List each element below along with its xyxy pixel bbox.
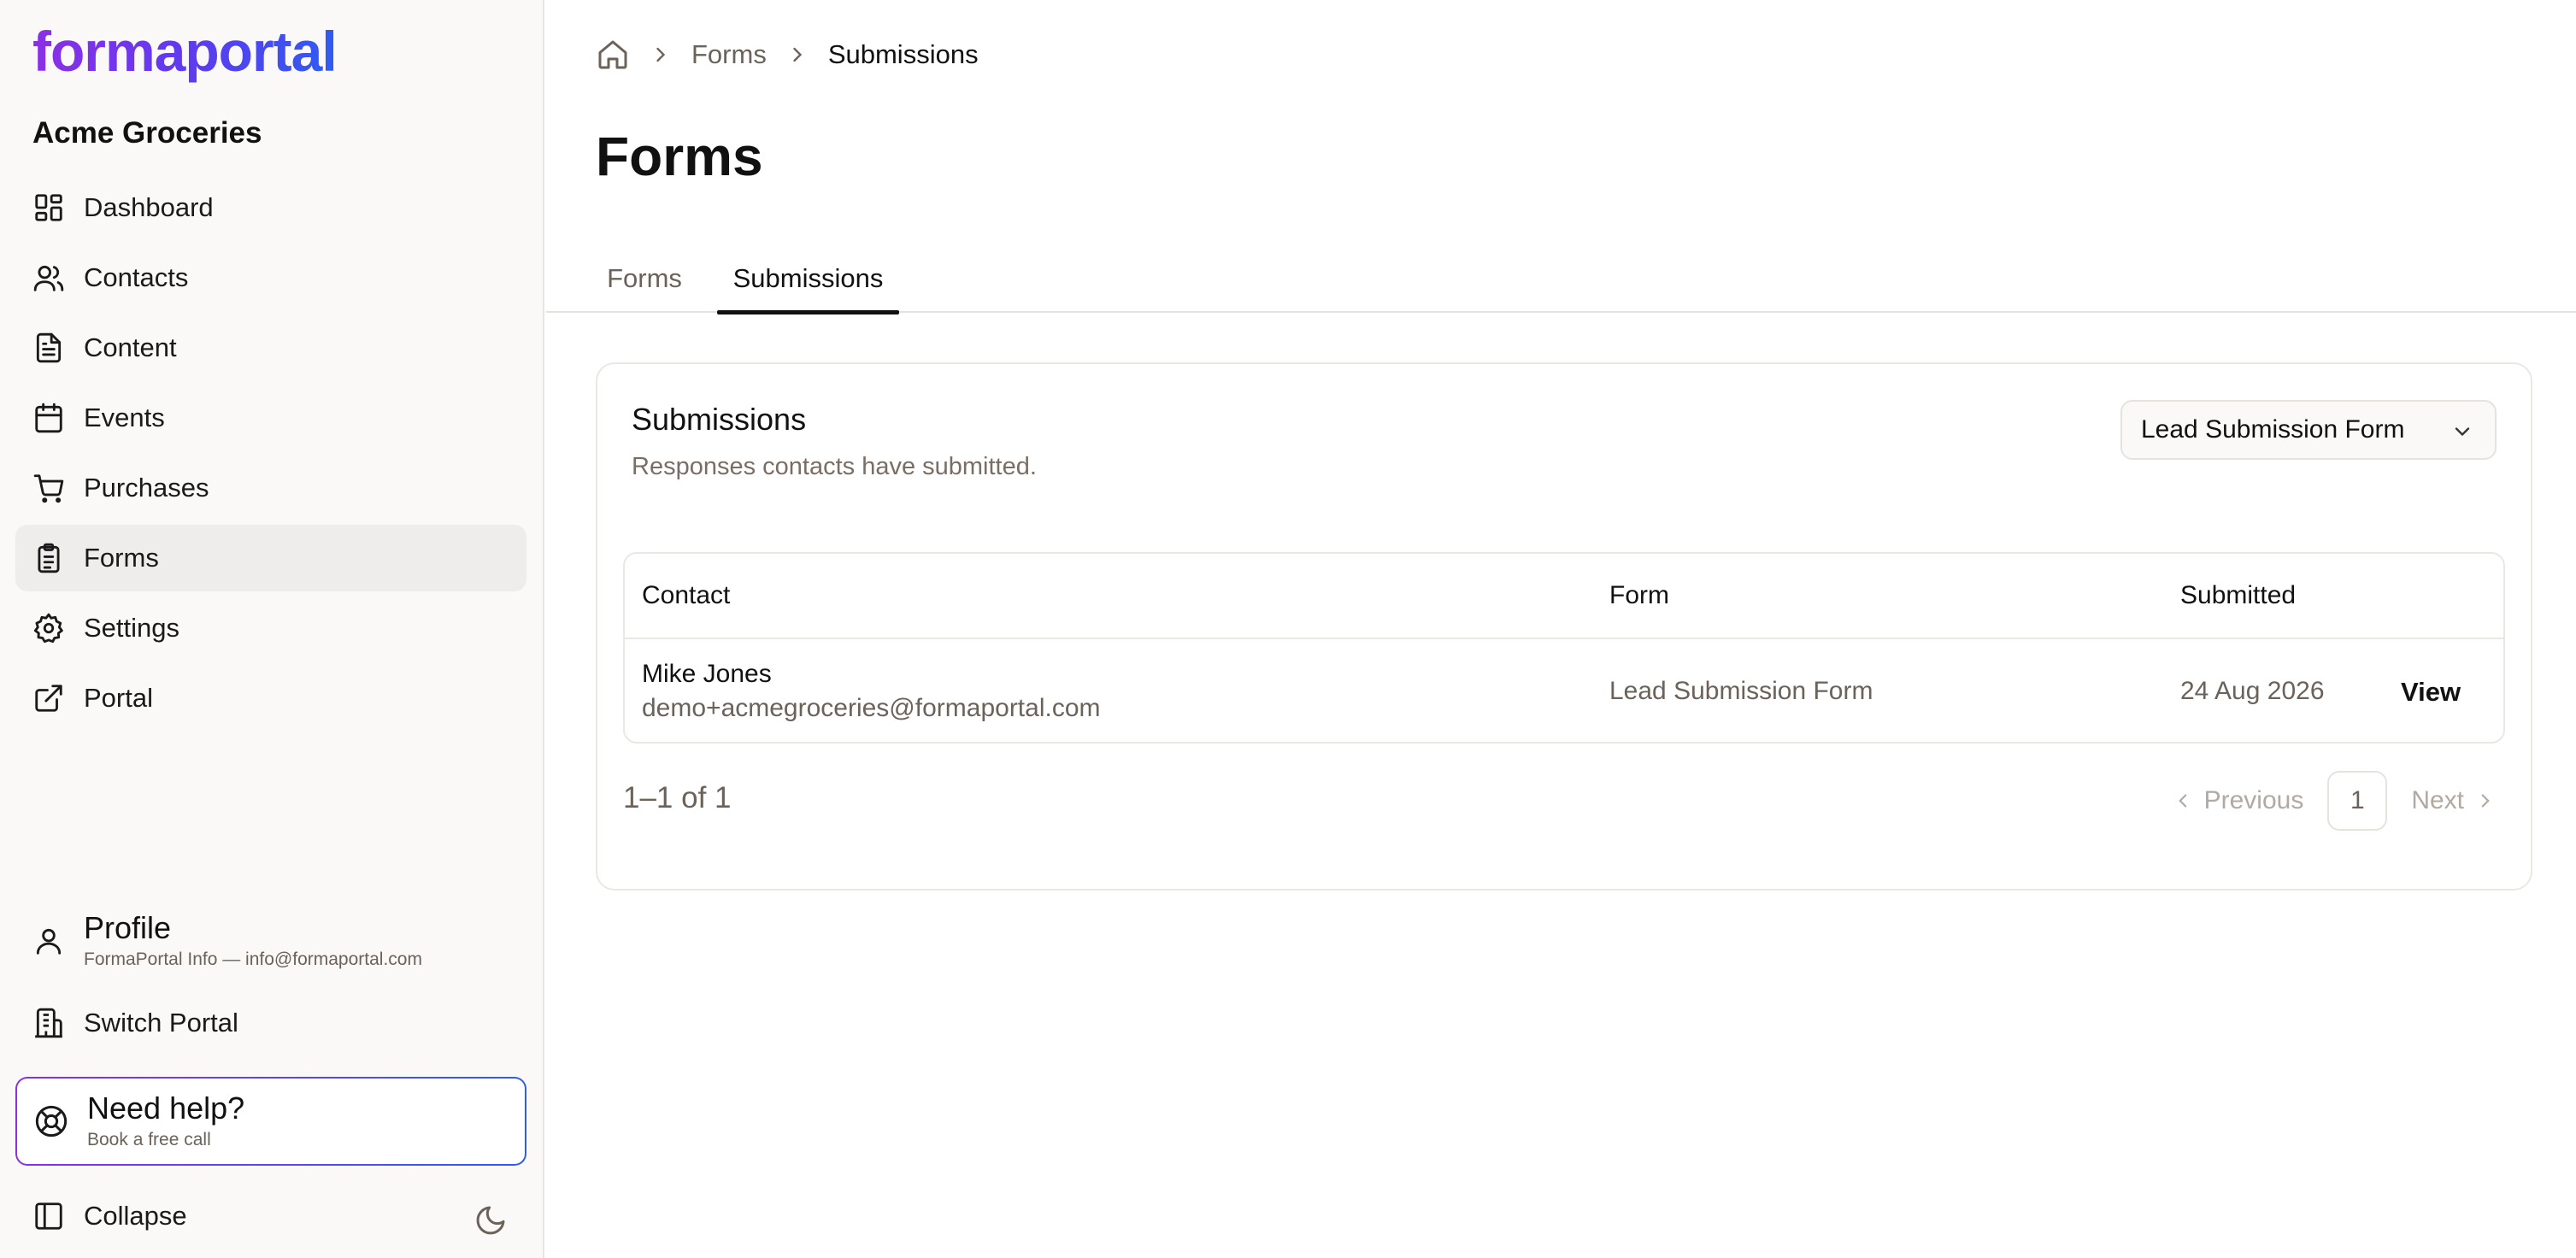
collapse-label: Collapse (84, 1201, 187, 1231)
next-label: Next (2411, 786, 2464, 814)
column-header-contact: Contact (642, 581, 731, 609)
breadcrumb: Forms Submissions (596, 36, 979, 73)
gear-icon (32, 612, 65, 644)
need-help-button[interactable]: Need help? Book a free call (15, 1077, 526, 1166)
column-header-form: Form (1609, 581, 1669, 609)
submissions-card: Submissions Responses contacts have subm… (596, 362, 2532, 891)
calendar-icon (32, 402, 65, 434)
view-button[interactable]: View (2401, 677, 2461, 708)
help-subtitle: Book a free call (87, 1130, 211, 1149)
next-page-button[interactable]: Next (2411, 786, 2497, 815)
sidebar-item-forms[interactable]: Forms (15, 525, 526, 591)
lifebuoy-icon (34, 1104, 68, 1138)
main-content: Forms Submissions Forms Forms Submission… (546, 0, 2576, 1258)
formaportal-logo[interactable]: formaportal (32, 17, 338, 85)
organization-name: Acme Groceries (32, 116, 262, 150)
switch-portal-button[interactable]: Switch Portal (32, 1007, 238, 1039)
external-link-icon (32, 682, 65, 714)
previous-label: Previous (2203, 786, 2304, 814)
chevron-right-icon (649, 43, 673, 67)
moon-icon[interactable] (473, 1203, 508, 1237)
form-name: Lead Submission Form (1609, 677, 1873, 705)
submissions-description: Responses contacts have submitted. (632, 453, 1037, 480)
cart-icon (32, 472, 65, 504)
sidebar-item-purchases[interactable]: Purchases (15, 455, 526, 521)
submissions-title: Submissions (632, 402, 807, 437)
breadcrumb-submissions: Submissions (827, 39, 979, 69)
sidebar-item-dashboard[interactable]: Dashboard (15, 174, 526, 241)
sidebar-item-label: Forms (84, 543, 159, 573)
sidebar-item-label: Contacts (84, 262, 189, 292)
column-header-submitted: Submitted (2180, 581, 2297, 609)
sidebar-item-label: Purchases (84, 473, 209, 503)
profile-menu[interactable]: Profile FormaPortal Info — info@formapor… (32, 911, 422, 971)
sidebar-item-content[interactable]: Content (15, 314, 526, 381)
page-number-button[interactable]: 1 (2327, 771, 2388, 831)
sidebar-item-label: Content (84, 332, 177, 362)
sidebar-item-label: Events (84, 403, 165, 432)
form-select[interactable]: Lead Submission Form (2120, 400, 2497, 460)
collapse-sidebar-button[interactable]: Collapse (32, 1200, 187, 1232)
sidebar-item-contacts[interactable]: Contacts (15, 244, 526, 311)
chevron-down-icon (2450, 420, 2474, 444)
help-title: Need help? (87, 1090, 245, 1126)
sidebar-item-events[interactable]: Events (15, 385, 526, 451)
sidebar: formaportal Acme Groceries Dashboard Con… (0, 0, 544, 1258)
submitted-date: 24 Aug 2026 (2180, 677, 2325, 705)
building-icon (32, 1007, 65, 1039)
profile-subtitle: FormaPortal Info — info@formaportal.com (84, 949, 422, 969)
chevron-right-icon (785, 43, 809, 67)
chevron-right-icon (2481, 794, 2490, 808)
results-range: 1–1 of 1 (623, 781, 732, 814)
sidebar-item-label: Settings (84, 613, 180, 643)
profile-title: Profile (84, 910, 172, 945)
switch-portal-label: Switch Portal (84, 1008, 238, 1038)
pagination: Previous 1 Next (2172, 771, 2497, 831)
sidebar-nav: Dashboard Contacts Content Events Purcha… (15, 174, 526, 735)
chevron-left-icon (2178, 794, 2186, 808)
clipboard-icon (32, 542, 65, 574)
sidebar-item-settings[interactable]: Settings (15, 595, 526, 661)
tab-bar: Forms Submissions (546, 244, 2576, 314)
sidebar-item-label: Dashboard (84, 192, 214, 222)
document-icon (32, 332, 65, 364)
form-select-value: Lead Submission Form (2141, 415, 2405, 444)
submissions-table: Contact Form Submitted Mike Jones demo+a… (623, 552, 2505, 744)
tab-submissions[interactable]: Submissions (717, 244, 899, 314)
user-icon (32, 925, 65, 957)
dashboard-icon (32, 191, 65, 224)
tab-forms[interactable]: Forms (596, 244, 693, 313)
users-icon (32, 262, 65, 294)
contact-email: demo+acmegroceries@formaportal.com (642, 694, 1101, 722)
table-header: Contact Form Submitted (625, 554, 2503, 639)
breadcrumb-forms[interactable]: Forms (691, 39, 767, 70)
panel-left-icon (32, 1200, 65, 1232)
previous-page-button[interactable]: Previous (2172, 786, 2304, 815)
page-title: Forms (596, 126, 763, 187)
sidebar-item-label: Portal (84, 683, 153, 713)
sidebar-item-portal[interactable]: Portal (15, 665, 526, 732)
table-row: Mike Jones demo+acmegroceries@formaporta… (625, 639, 2503, 742)
home-icon[interactable] (596, 38, 630, 72)
contact-name: Mike Jones (642, 660, 772, 688)
